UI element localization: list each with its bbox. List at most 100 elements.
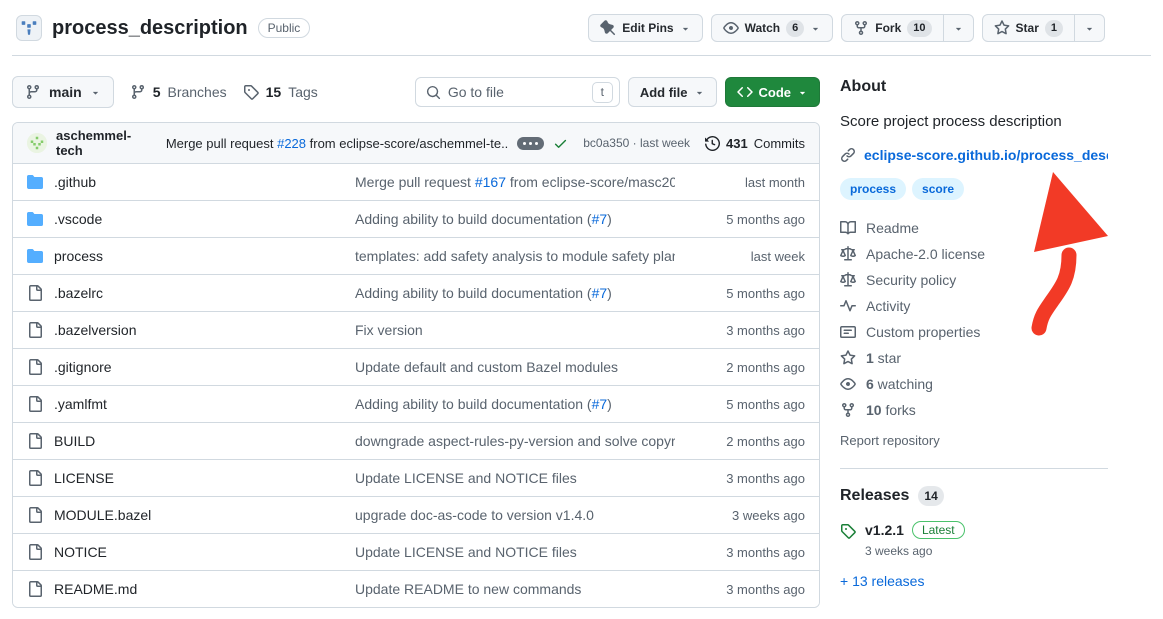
commit-age-cell[interactable]: 3 months ago bbox=[675, 323, 805, 338]
about-section: About Score project process description … bbox=[840, 78, 1108, 450]
commit-age-cell[interactable]: 5 months ago bbox=[675, 397, 805, 412]
page-title[interactable]: process_description bbox=[52, 17, 248, 40]
latest-release[interactable]: v1.2.1 Latest 3 weeks ago bbox=[840, 521, 1108, 558]
table-row[interactable]: README.md Update README to new commands3 … bbox=[13, 570, 819, 607]
more-releases-link[interactable]: + 13 releases bbox=[840, 573, 924, 589]
pr-link[interactable]: #7 bbox=[592, 211, 608, 227]
branch-selector[interactable]: main bbox=[12, 76, 114, 108]
fork-icon bbox=[840, 402, 856, 418]
file-name-link[interactable]: LICENSE bbox=[54, 470, 114, 486]
file-name-link[interactable]: .bazelversion bbox=[54, 322, 137, 338]
file-name-link[interactable]: .gitignore bbox=[54, 359, 112, 375]
commit-message-cell[interactable]: Update README to new commands bbox=[355, 581, 675, 597]
commit-message-cell[interactable]: Update LICENSE and NOTICE files bbox=[355, 470, 675, 486]
file-name-link[interactable]: .bazelrc bbox=[54, 285, 103, 301]
commit-age-cell[interactable]: 2 months ago bbox=[675, 434, 805, 449]
file-name-link[interactable]: BUILD bbox=[54, 433, 95, 449]
tags-link[interactable]: 15 Tags bbox=[243, 84, 318, 100]
commit-age-cell[interactable]: 3 months ago bbox=[675, 582, 805, 597]
file-name-link[interactable]: .yamlfmt bbox=[54, 396, 107, 412]
commit-message-cell[interactable]: Fix version bbox=[355, 322, 675, 338]
code-button[interactable]: Code bbox=[725, 77, 821, 107]
about-meta-item-security-policy[interactable]: Security policy bbox=[840, 272, 1108, 288]
watch-button[interactable]: Watch 6 bbox=[711, 14, 834, 42]
table-row[interactable]: .vscode Adding ability to build documenta… bbox=[13, 200, 819, 237]
commit-message-cell[interactable]: Merge pull request #167 from eclipse-sco… bbox=[355, 174, 675, 190]
commit-age-cell[interactable]: 3 months ago bbox=[675, 471, 805, 486]
commit-author[interactable]: aschemmel-tech bbox=[56, 128, 157, 158]
add-file-button[interactable]: Add file bbox=[628, 77, 717, 107]
commit-age-cell[interactable]: 3 months ago bbox=[675, 545, 805, 560]
commit-age-cell[interactable]: last week bbox=[675, 249, 805, 264]
edit-pins-button[interactable]: Edit Pins bbox=[588, 14, 702, 42]
topic-tag[interactable]: process bbox=[840, 178, 906, 200]
table-row[interactable]: MODULE.bazel upgrade doc-as-code to versi… bbox=[13, 496, 819, 533]
table-row[interactable]: process templates: add safety analysis to… bbox=[13, 237, 819, 274]
commit-message-cell[interactable]: templates: add safety analysis to module… bbox=[355, 248, 675, 264]
commit-message-cell[interactable]: Adding ability to build documentation (#… bbox=[355, 285, 675, 301]
commit-age-cell[interactable]: 3 weeks ago bbox=[675, 508, 805, 523]
git-branch-icon bbox=[25, 84, 41, 100]
table-row[interactable]: .bazelrc Adding ability to build document… bbox=[13, 274, 819, 311]
table-row[interactable]: .bazelversion Fix version3 months ago bbox=[13, 311, 819, 348]
star-dropdown-button[interactable] bbox=[1074, 14, 1105, 42]
commit-message-cell[interactable]: Update LICENSE and NOTICE files bbox=[355, 544, 675, 560]
table-row[interactable]: NOTICE Update LICENSE and NOTICE files3 m… bbox=[13, 533, 819, 570]
about-meta-item-stars[interactable]: 1 star bbox=[840, 350, 1108, 366]
pr-link[interactable]: #7 bbox=[592, 285, 608, 301]
report-repository-link[interactable]: Report repository bbox=[840, 433, 940, 448]
branches-link[interactable]: 5 Branches bbox=[130, 84, 227, 100]
repo-website-link[interactable]: eclipse-score.github.io/process_descr... bbox=[840, 147, 1108, 163]
pr-link[interactable]: #7 bbox=[592, 396, 608, 412]
about-meta-item-readme[interactable]: Readme bbox=[840, 220, 1108, 236]
pr-link[interactable]: #167 bbox=[475, 174, 506, 190]
go-to-file-input[interactable] bbox=[448, 84, 585, 100]
commit-author-avatar[interactable] bbox=[27, 133, 47, 153]
table-row[interactable]: .gitignore Update default and custom Baze… bbox=[13, 348, 819, 385]
commit-message-cell[interactable]: Adding ability to build documentation (#… bbox=[355, 211, 675, 227]
commit-age-cell[interactable]: 5 months ago bbox=[675, 286, 805, 301]
releases-heading[interactable]: Releases 14 bbox=[840, 486, 1108, 506]
table-row[interactable]: .yamlfmt Adding ability to build document… bbox=[13, 385, 819, 422]
fork-button[interactable]: Fork 10 bbox=[841, 14, 943, 42]
fork-dropdown-button[interactable] bbox=[943, 14, 974, 42]
github-repo-page: process_description Public Edit Pins Wat… bbox=[0, 0, 1163, 619]
go-to-file-box[interactable]: t bbox=[415, 77, 620, 107]
commit-message-cell[interactable]: downgrade aspect-rules-py-version and so… bbox=[355, 433, 675, 449]
website-url[interactable]: eclipse-score.github.io/process_descr... bbox=[864, 147, 1108, 163]
about-meta-item-forks[interactable]: 10 forks bbox=[840, 402, 1108, 418]
about-meta-item-license[interactable]: Apache-2.0 license bbox=[840, 246, 1108, 262]
commit-age-cell[interactable]: 2 months ago bbox=[675, 360, 805, 375]
table-row[interactable]: BUILD downgrade aspect-rules-py-version a… bbox=[13, 422, 819, 459]
file-name-link[interactable]: process bbox=[54, 248, 103, 264]
commit-age-cell[interactable]: 5 months ago bbox=[675, 212, 805, 227]
commit-age-cell[interactable]: last month bbox=[675, 175, 805, 190]
commit-message[interactable]: Merge pull request #228 from eclipse-sco… bbox=[166, 136, 508, 151]
file-name-link[interactable]: README.md bbox=[54, 581, 137, 597]
search-icon bbox=[426, 85, 441, 100]
commit-history-link[interactable]: 431 Commits bbox=[705, 136, 805, 151]
topic-tag[interactable]: score bbox=[912, 178, 964, 200]
commit-message-cell[interactable]: Update default and custom Bazel modules bbox=[355, 359, 675, 375]
commit-expand-button[interactable] bbox=[517, 137, 544, 150]
about-meta-item-custom-properties[interactable]: Custom properties bbox=[840, 324, 1108, 340]
file-name-link[interactable]: .vscode bbox=[54, 211, 102, 227]
about-meta-item-watching[interactable]: 6 watching bbox=[840, 376, 1108, 392]
file-name-link[interactable]: NOTICE bbox=[54, 544, 107, 560]
release-version[interactable]: v1.2.1 bbox=[865, 522, 904, 538]
file-name-link[interactable]: MODULE.bazel bbox=[54, 507, 151, 523]
file-name-link[interactable]: .github bbox=[54, 174, 96, 190]
about-meta-item-activity[interactable]: Activity bbox=[840, 298, 1108, 314]
pr-link[interactable]: #228 bbox=[277, 136, 306, 151]
table-row[interactable]: .github Merge pull request #167 from ecli… bbox=[13, 163, 819, 200]
file-icon bbox=[27, 544, 43, 560]
commit-sha-link[interactable]: bc0a350 · last week bbox=[583, 136, 690, 150]
git-branch-icon bbox=[130, 84, 146, 100]
commit-message-cell[interactable]: upgrade doc-as-code to version v1.4.0 bbox=[355, 507, 675, 523]
commit-message-cell[interactable]: Adding ability to build documentation (#… bbox=[355, 396, 675, 412]
repo-owner-avatar[interactable] bbox=[16, 15, 42, 41]
table-row[interactable]: LICENSE Update LICENSE and NOTICE files3 … bbox=[13, 459, 819, 496]
file-name-cell: .yamlfmt bbox=[27, 396, 355, 412]
checks-success-icon[interactable] bbox=[553, 136, 568, 151]
star-button[interactable]: Star 1 bbox=[982, 14, 1075, 42]
